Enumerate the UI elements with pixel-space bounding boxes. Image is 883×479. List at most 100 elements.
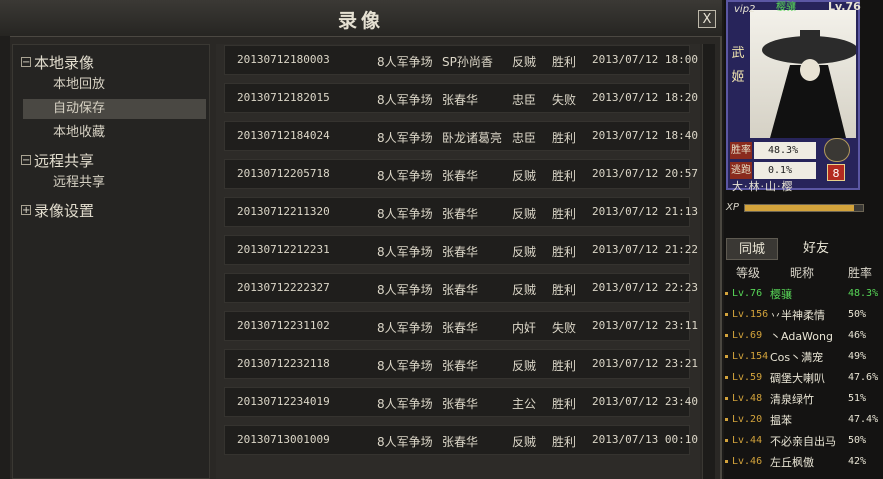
- friend-winrate: 42%: [848, 456, 867, 467]
- dialog-side-strip: [0, 36, 10, 479]
- game-result: 胜利: [552, 169, 577, 183]
- list-scrollbar[interactable]: [702, 44, 715, 479]
- recording-row[interactable]: 20130712234019 8人军争场 张春华 主公 胜利 2013/07/12 23:…: [224, 387, 698, 417]
- close-button[interactable]: X: [698, 10, 716, 28]
- game-mode: 8人军争场: [377, 321, 433, 335]
- friend-row[interactable]: Lv.76 樱骧 48.3%: [724, 283, 883, 304]
- status-dot-icon: [725, 313, 728, 316]
- recording-id: 20130712232118: [237, 357, 330, 370]
- title-bar[interactable]: 录像 X: [0, 0, 722, 37]
- recording-row[interactable]: 20130712231102 8人军争场 张春华 内奸 失败 2013/07/12 23:…: [224, 311, 698, 341]
- game-mode: 8人军争场: [377, 207, 433, 221]
- friend-row[interactable]: Lv.69 丶AdaWong 46%: [724, 325, 883, 346]
- tree-item[interactable]: 本地收藏: [23, 123, 206, 143]
- hero-name: 张春华: [442, 93, 479, 107]
- game-result: 胜利: [552, 435, 577, 449]
- tree-item[interactable]: 自动保存: [23, 99, 206, 119]
- game-mode: 8人军争场: [377, 359, 433, 373]
- status-dot-icon: [725, 418, 728, 421]
- game-result: 胜利: [552, 245, 577, 259]
- rank-number: 8: [827, 164, 845, 181]
- recording-row[interactable]: 20130712184024 8人军争场 卧龙诸葛亮 忠臣 胜利 2013/07/12 1…: [224, 121, 698, 151]
- tab-same-city[interactable]: 同城: [726, 238, 778, 260]
- expand-icon[interactable]: +: [21, 205, 31, 216]
- recording-row[interactable]: 20130712212231 8人军争场 张春华 反贼 胜利 2013/07/12 21:…: [224, 235, 698, 265]
- recording-id: 20130712212231: [237, 243, 330, 256]
- game-mode: 8人军争场: [377, 131, 433, 145]
- friend-level: Lv.20: [732, 414, 763, 425]
- friend-level: Lv.48: [732, 393, 763, 404]
- recording-row[interactable]: 20130712222327 8人军争场 张春华 反贼 胜利 2013/07/12 22:…: [224, 273, 698, 303]
- game-result: 胜利: [552, 397, 577, 411]
- player-role: 反贼: [512, 283, 537, 297]
- hero-name-char-2: 姬: [731, 70, 745, 85]
- recording-time: 2013/07/12 21:22: [592, 243, 698, 256]
- friend-nickname: Cos丶满宠: [770, 351, 824, 364]
- recording-time: 2013/07/12 21:13: [592, 205, 698, 218]
- friend-winrate: 46%: [848, 330, 867, 341]
- player-role: 反贼: [512, 207, 537, 221]
- tree-item[interactable]: 远程共享: [23, 173, 206, 193]
- win-rate-stat: 胜率 48.3%: [730, 142, 824, 159]
- friend-level: Lv.46: [732, 456, 763, 467]
- status-dot-icon: [725, 397, 728, 400]
- player-role: 主公: [512, 397, 537, 411]
- recording-id: 20130712222327: [237, 281, 330, 294]
- friend-row[interactable]: Lv.154 Cos丶满宠 49%: [724, 346, 883, 367]
- friend-row[interactable]: Lv.48 清泉绿竹 51%: [724, 388, 883, 409]
- recording-row[interactable]: 20130712182015 8人军争场 张春华 忠臣 失败 2013/07/12 18:…: [224, 83, 698, 113]
- escape-rate-value: 0.1%: [754, 162, 816, 179]
- replay-dialog: 录像 X − 本地录像 本地回放自动保存本地收藏 − 远程共享 远程共享 + 录像设置 201…: [0, 0, 722, 479]
- recording-time: 2013/07/12 23:40: [592, 395, 698, 408]
- player-level: Lv.76: [828, 0, 861, 13]
- collapse-icon[interactable]: −: [21, 57, 31, 68]
- xp-label: XP: [726, 202, 739, 213]
- xp-bar-fill: [745, 205, 854, 211]
- collapse-icon[interactable]: −: [21, 155, 31, 166]
- friend-nickname: 揾苯: [770, 414, 792, 427]
- recording-row[interactable]: 20130712211320 8人军争场 张春华 反贼 胜利 2013/07/12 21:…: [224, 197, 698, 227]
- friend-level: Lv.59: [732, 372, 763, 383]
- player-role: 反贼: [512, 169, 537, 183]
- friend-winrate: 48.3%: [848, 288, 879, 299]
- status-dot-icon: [725, 460, 728, 463]
- recording-id: 20130712182015: [237, 91, 330, 104]
- recording-time: 2013/07/12 18:00: [592, 53, 698, 66]
- friend-row[interactable]: Lv.59 碉堡大喇叭 47.6%: [724, 367, 883, 388]
- recording-row[interactable]: 20130712180003 8人军争场 SP孙尚香 反贼 胜利 2013/07/12 1…: [224, 45, 698, 75]
- escape-rate-stat: 逃跑 0.1%: [730, 162, 824, 179]
- recording-row[interactable]: 20130713001009 8人军争场 张春华 反贼 胜利 2013/07/13 00:…: [224, 425, 698, 455]
- hero-name: 张春华: [442, 245, 479, 259]
- friend-level: Lv.69: [732, 330, 763, 341]
- tab-friends[interactable]: 好友: [790, 238, 842, 260]
- friend-winrate: 50%: [848, 435, 867, 446]
- recording-row[interactable]: 20130712232118 8人军争场 张春华 反贼 胜利 2013/07/12 23:…: [224, 349, 698, 379]
- game-mode: 8人军争场: [377, 435, 433, 449]
- recording-id: 20130712211320: [237, 205, 330, 218]
- recording-row[interactable]: 20130712205718 8人军争场 张春华 反贼 胜利 2013/07/12 20:…: [224, 159, 698, 189]
- recording-time: 2013/07/12 20:57: [592, 167, 698, 180]
- hero-card[interactable]: 樱骧 vip2 Lv.76 武 姬 胜率 48.3% 逃跑 0.1% 8 大·林…: [726, 0, 861, 193]
- game-result: 胜利: [552, 131, 577, 145]
- tree-group[interactable]: − 远程共享: [21, 149, 94, 171]
- friend-nickname: 左丘枫傲: [770, 456, 814, 469]
- friend-row[interactable]: Lv.156 丷半神柔情 50%: [724, 304, 883, 325]
- replay-category-tree: − 本地录像 本地回放自动保存本地收藏 − 远程共享 远程共享 + 录像设置: [12, 44, 210, 479]
- friend-level: Lv.156: [732, 309, 769, 320]
- escape-rate-label: 逃跑: [730, 162, 752, 179]
- recording-time: 2013/07/12 23:21: [592, 357, 698, 370]
- col-nickname: 昵称: [790, 266, 815, 280]
- friend-row[interactable]: Lv.20 揾苯 47.4%: [724, 409, 883, 430]
- hero-name: 张春华: [442, 397, 479, 411]
- tree-group[interactable]: + 录像设置: [21, 199, 94, 221]
- xp-bar: [744, 204, 864, 212]
- friend-row[interactable]: Lv.44 不必亲自出马 50%: [724, 430, 883, 451]
- friend-row[interactable]: Lv.46 左丘枫傲 42%: [724, 451, 883, 472]
- tree-item[interactable]: 本地回放: [23, 75, 206, 95]
- recording-list: 20130712180003 8人军争场 SP孙尚香 反贼 胜利 2013/07/12 1…: [216, 44, 700, 479]
- recording-time: 2013/07/12 18:20: [592, 91, 698, 104]
- win-rate-value: 48.3%: [754, 142, 816, 159]
- friend-nickname: 丶AdaWong: [770, 330, 833, 343]
- tree-group[interactable]: − 本地录像: [21, 51, 94, 73]
- game-result: 胜利: [552, 207, 577, 221]
